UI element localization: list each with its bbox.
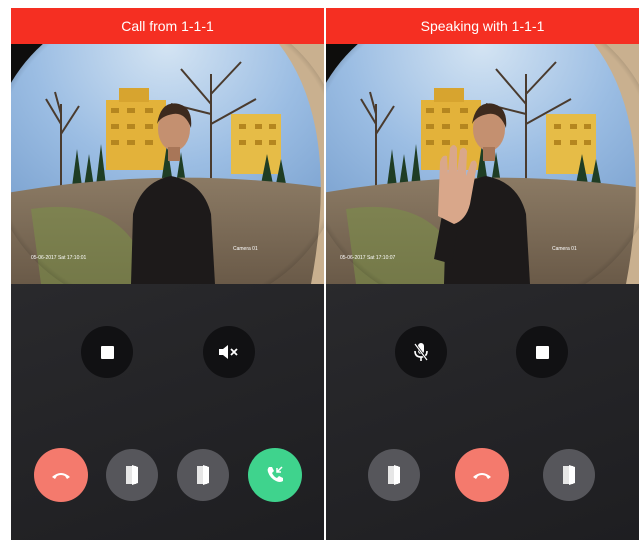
stop-video-button[interactable] (81, 326, 133, 378)
open-door-2-button[interactable] (177, 449, 229, 501)
stop-icon (535, 345, 549, 359)
decline-call-icon (52, 473, 70, 479)
mute-speaker-icon (219, 345, 238, 359)
decline-call-button[interactable] (34, 448, 88, 502)
open-door-1-button[interactable] (106, 449, 158, 501)
door-open-icon (563, 465, 575, 485)
video-camera-label: Camera 01 (233, 246, 258, 252)
speaking-title: Speaking with 1-1-1 (420, 18, 545, 34)
incoming-call-title: Call from 1-1-1 (121, 18, 214, 34)
answer-call-icon (267, 466, 283, 482)
speaking-title-bar: Speaking with 1-1-1 (326, 8, 639, 44)
open-door-2-button[interactable] (543, 449, 595, 501)
mute-speaker-button[interactable] (203, 326, 255, 378)
door-open-icon (126, 465, 138, 485)
live-video-feed: 05-06-2017 Sat 17:10:07 Camera 01 (326, 44, 639, 284)
stop-video-button[interactable] (516, 326, 568, 378)
hang-up-button[interactable] (455, 448, 509, 502)
hang-up-icon (473, 473, 491, 479)
video-timestamp: 05-06-2017 Sat 17:10:01 (31, 255, 87, 261)
video-camera-label: Camera 01 (552, 246, 577, 252)
incoming-call-title-bar: Call from 1-1-1 (11, 8, 324, 44)
microphone-icon (414, 343, 428, 361)
stop-icon (100, 345, 114, 359)
microphone-button[interactable] (395, 326, 447, 378)
answer-call-button[interactable] (248, 448, 302, 502)
door-open-icon (197, 465, 209, 485)
live-video-feed: 05-06-2017 Sat 17:10:01 Camera 01 (11, 44, 324, 284)
incoming-call-screen: Call from 1-1-1 05-06-2017 Sat 17:10:01 … (11, 8, 324, 540)
door-open-icon (388, 465, 400, 485)
open-door-1-button[interactable] (368, 449, 420, 501)
speaking-screen: Speaking with 1-1-1 05-06-2017 Sat 17:10… (326, 8, 639, 540)
video-timestamp: 05-06-2017 Sat 17:10:07 (340, 255, 396, 261)
